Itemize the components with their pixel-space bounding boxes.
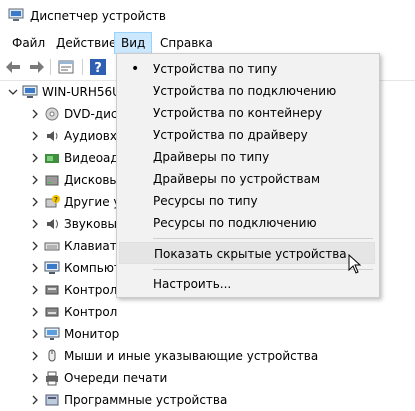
properties-icon[interactable] [56,57,76,77]
expand-chevron-icon[interactable] [30,307,40,317]
expand-chevron-icon[interactable] [30,241,40,251]
tree-node[interactable]: Программные устройства [0,389,415,411]
tree-node-label: Очереди печати [64,371,168,385]
menu-item-label: Показать скрытые устройства [154,247,347,261]
menu-item-view-option[interactable]: Устройства по подключению [119,80,375,102]
expand-chevron-icon[interactable] [30,373,40,383]
menu-help[interactable]: Справка [154,32,219,54]
tree-node[interactable]: Мыши и иные указывающие устройства [0,345,415,367]
menu-file[interactable]: Файл [6,32,51,54]
toolbar-separator [82,59,83,75]
menu-item-label: Драйверы по устройствам [153,172,321,186]
computer-icon [44,261,60,274]
menu-item-label: Драйверы по типу [153,150,270,164]
menu-action[interactable]: Действие [50,32,122,54]
menu-item-label: Устройства по драйверу [153,128,308,142]
sound-icon [47,219,58,229]
tree-node-label: Звуковы [64,217,118,231]
disk-drive-icon [45,175,59,186]
menu-item-label: Устройства по типу [153,62,278,76]
menu-item-label: Ресурсы по типу [153,194,258,208]
back-arrow-icon[interactable] [4,57,24,77]
tree-root-label: WIN-URH56U [42,85,121,99]
expand-chevron-icon[interactable] [30,351,40,361]
checked-bullet-icon: • [131,61,140,77]
menu-item-view-option[interactable]: Ресурсы по типу [119,190,375,212]
device-manager-icon [8,8,24,21]
usb-controller-icon [45,307,59,317]
tree-node-label: Мыши и иные указывающие устройства [64,349,319,363]
tree-node-label: Программные устройства [64,393,228,407]
menu-item-label: Ресурсы по подключению [153,216,317,230]
tree-node[interactable]: Контрол [0,301,415,323]
print-queue-icon [46,371,58,386]
expand-chevron-icon[interactable] [30,263,40,273]
other-devices-icon: ? [45,195,60,208]
tree-node-label: Контрол [64,305,118,319]
menu-item-view-option[interactable]: Драйверы по типу [119,146,375,168]
tree-node-label: Видеоад [64,151,119,165]
menu-separator [153,238,373,239]
window-title: Диспетчер устройств [30,9,167,23]
audio-icon [47,131,58,141]
expand-chevron-icon[interactable] [30,219,40,229]
menu-item-view-option[interactable]: Устройства по контейнеру [119,102,375,124]
expand-chevron-icon[interactable] [30,329,40,339]
expand-chevron-icon[interactable] [30,197,40,207]
expand-chevron-icon[interactable] [30,153,40,163]
title-bar: Диспетчер устройств [0,0,415,32]
menu-item-show-hidden-devices[interactable]: Показать скрытые устройства [119,242,375,264]
display-adapter-icon [45,154,59,163]
ide-controller-icon [45,285,59,295]
menu-item-label: Настроить... [153,277,232,291]
expand-chevron-icon[interactable] [30,285,40,295]
menu-item-view-option[interactable]: Ресурсы по подключению [119,212,375,234]
tree-node-label: Дисковы [64,173,119,187]
help-icon[interactable]: ? [88,57,108,77]
software-device-icon [45,394,59,406]
mouse-icon [48,349,56,362]
menu-item-view-option[interactable]: • Устройства по типу [119,58,375,80]
menu-item-view-option[interactable]: Устройства по драйверу [119,124,375,146]
expand-chevron-icon[interactable] [30,395,40,405]
tree-node-label: Аудиовх [64,129,117,143]
svg-text:?: ? [94,61,102,76]
expand-chevron-icon[interactable] [30,109,40,119]
menu-item-label: Устройства по подключению [153,84,337,98]
mouse-pointer-icon [348,254,362,274]
tree-node-label: Монитор [64,327,120,341]
toolbar-separator [50,59,51,75]
svg-text:?: ? [54,196,58,204]
tree-node-label: Контрол [64,283,118,297]
menu-item-label: Устройства по контейнеру [153,106,323,120]
dvd-icon [45,107,59,121]
collapse-chevron-icon[interactable] [8,87,18,97]
view-menu-dropdown: • Устройства по типу Устройства по подключ… [116,53,380,298]
keyboard-icon [44,242,60,251]
menu-item-customize[interactable]: Настроить... [119,273,375,295]
tree-node[interactable]: Монитор [0,323,415,345]
tree-node-label: Компьют [64,261,121,275]
tree-node[interactable]: Очереди печати [0,367,415,389]
expand-chevron-icon[interactable] [30,175,40,185]
expand-chevron-icon[interactable] [30,131,40,141]
menu-view[interactable]: Вид [114,32,153,54]
menu-item-view-option[interactable]: Драйверы по устройствам [119,168,375,190]
menu-bar: Файл Действие Вид Справка [0,32,415,54]
menu-separator [153,269,373,270]
computer-icon [22,85,38,98]
monitor-icon [44,327,60,340]
forward-arrow-icon[interactable] [26,57,46,77]
tree-node-label: Клавиату [64,239,124,253]
